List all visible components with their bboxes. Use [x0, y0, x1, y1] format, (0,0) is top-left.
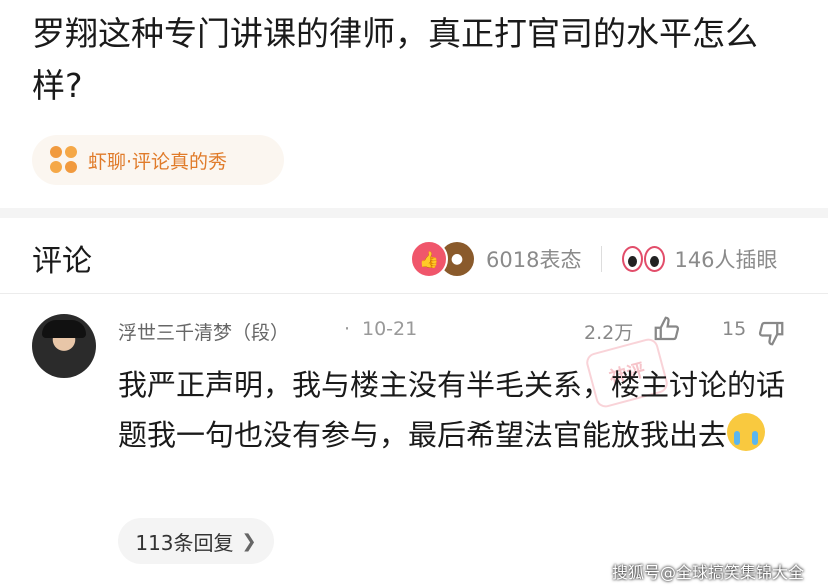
header-divider	[0, 293, 828, 294]
reaction-summary[interactable]: 👍 ● 6018表态 146人插眼	[410, 240, 778, 278]
comment-user-name[interactable]: 浮世三千清梦（段）	[118, 318, 289, 345]
topic-label: 虾聊·评论真的秀	[88, 150, 228, 173]
crying-emoji-icon	[727, 413, 766, 451]
view-replies-button[interactable]: 113条回复 ❯	[118, 518, 274, 564]
comments-heading: 评论	[32, 244, 92, 279]
chevron-right-icon: ❯	[241, 530, 257, 552]
comment-date: 10-21	[362, 318, 418, 340]
comment-text: 我严正声明，我与楼主没有半毛关系，楼主讨论的话题我一句也没有参与，最后希望法官能…	[118, 360, 798, 460]
section-divider	[0, 208, 828, 218]
watermark: 搜狐号@全球搞笑集锦大全	[612, 563, 805, 582]
comments-header: 评论 👍 ● 6018表态 146人插眼	[0, 222, 828, 292]
eyes-icon	[622, 246, 666, 272]
dislike-count: 15	[722, 318, 747, 340]
topic-chip[interactable]: 虾聊·评论真的秀	[32, 135, 284, 185]
like-count: 2.2万	[584, 322, 634, 344]
meta-separator: ·	[344, 318, 351, 340]
avatar[interactable]	[32, 314, 96, 378]
thumbs-up-icon[interactable]	[652, 314, 682, 344]
thumbs-up-reaction-icon: 👍	[410, 240, 448, 278]
thumbs-down-icon[interactable]	[756, 318, 786, 348]
topic-flower-icon	[50, 146, 78, 174]
divider	[601, 246, 603, 272]
peek-count: 146人插眼	[674, 248, 778, 272]
post-title: 罗翔这种专门讲课的律师，真正打官司的水平怎么样?	[32, 14, 758, 105]
comment-text-content: 我严正声明，我与楼主没有半毛关系，楼主讨论的话题我一句也没有参与，最后希望法官能…	[118, 368, 786, 452]
reply-count-label: 113条回复	[135, 530, 234, 555]
reaction-count: 6018表态	[486, 248, 582, 272]
